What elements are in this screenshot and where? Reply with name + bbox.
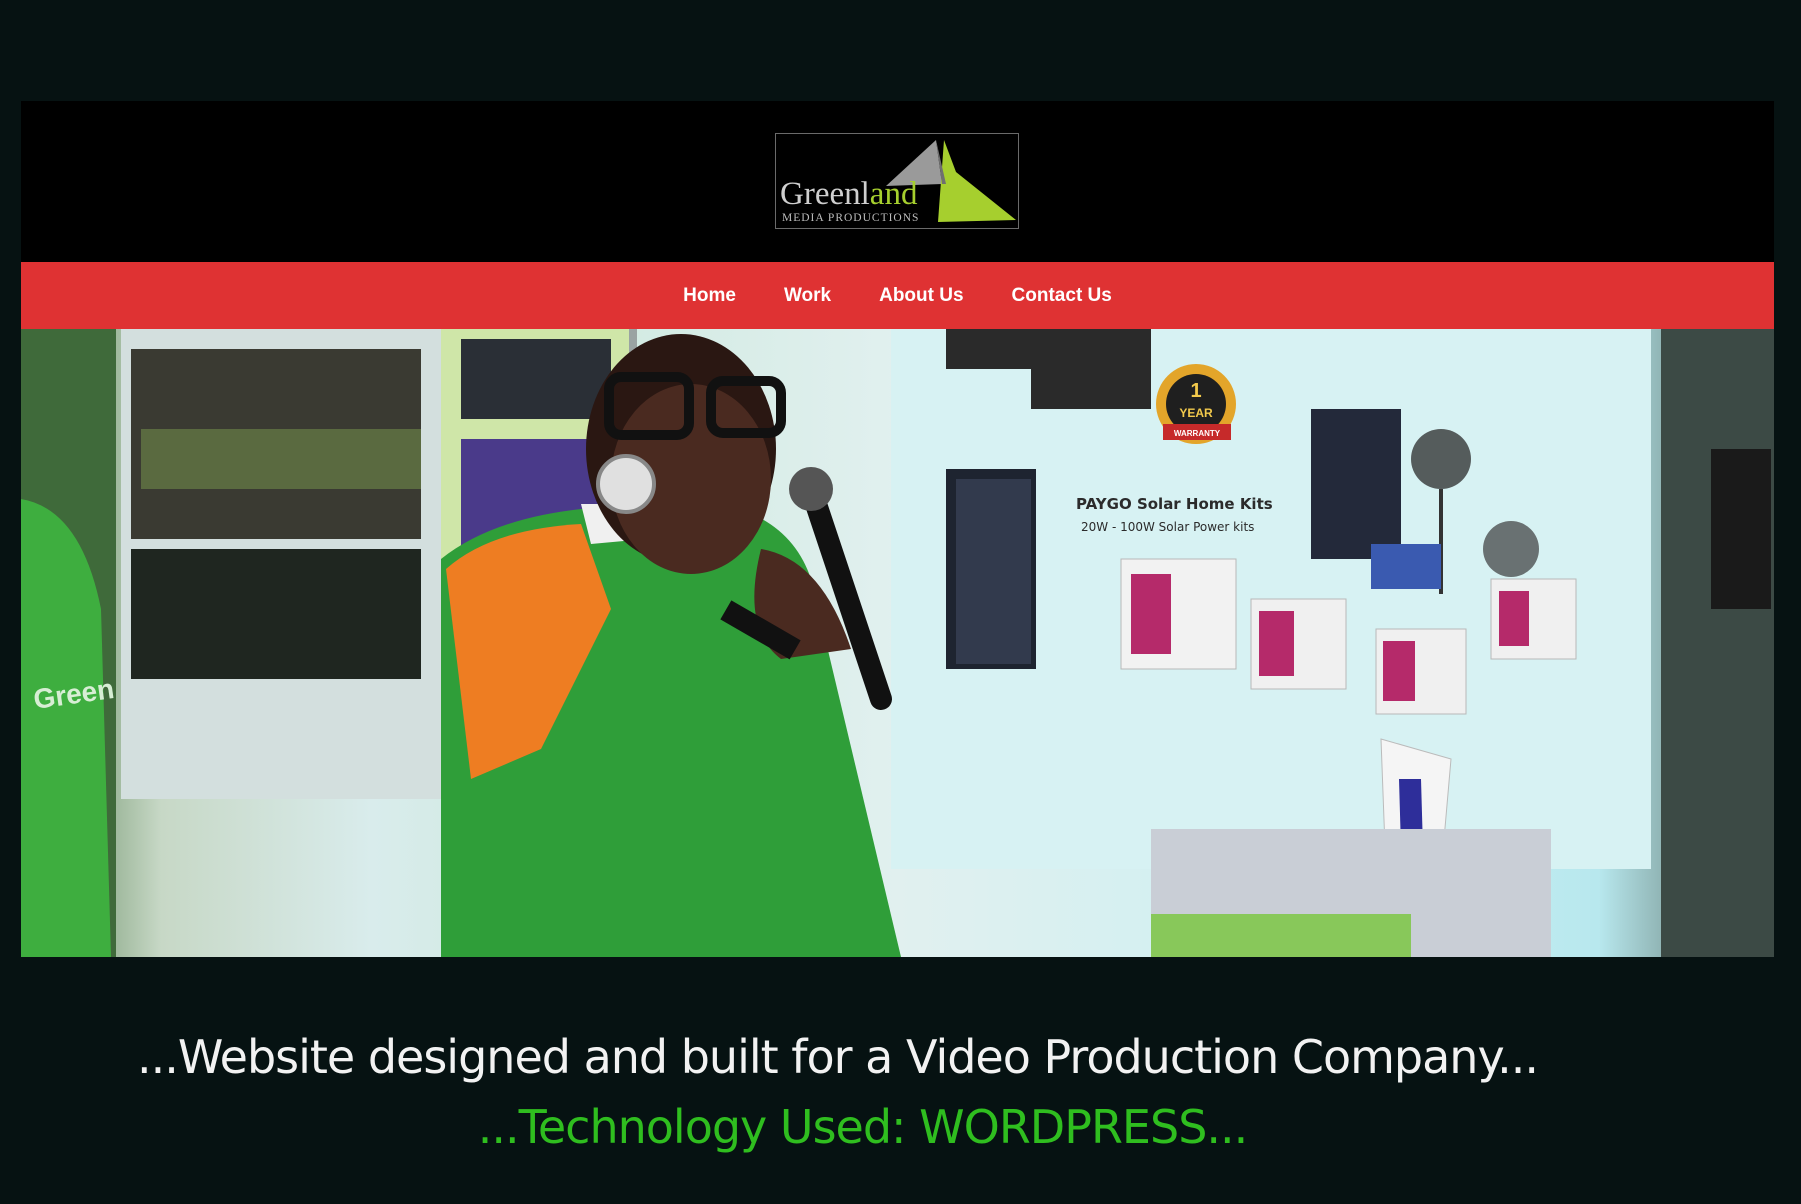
logo-subtitle: MEDIA PRODUCTIONS: [782, 212, 920, 224]
nav-about-us[interactable]: About Us: [879, 285, 963, 307]
caption-technology: ...Technology Used: WORDPRESS...: [477, 1100, 1249, 1154]
warranty-badge-label: WARRANTY: [1174, 429, 1221, 438]
poster-title: PAYGO Solar Home Kits: [1076, 495, 1273, 513]
site-logo[interactable]: Greenland MEDIA PRODUCTIONS: [775, 133, 1019, 229]
poster-subtitle: 20W - 100W Solar Power kits: [1081, 520, 1254, 534]
main-navigation: Home Work About Us Contact Us: [21, 262, 1774, 329]
website-screenshot: Greenland MEDIA PRODUCTIONS Home Work Ab…: [21, 101, 1774, 957]
warranty-badge-number: 1: [1190, 380, 1201, 402]
hero-scene-illustration: 1 YEAR WARRANTY PAYGO Solar Home Kits 20…: [21, 329, 1774, 957]
caption-description: ...Website designed and built for a Vide…: [136, 1030, 1539, 1084]
nav-contact-us[interactable]: Contact Us: [1012, 285, 1112, 307]
logo-wordmark: Greenland: [780, 176, 918, 212]
nav-work[interactable]: Work: [784, 285, 831, 307]
nav-home[interactable]: Home: [683, 285, 736, 307]
hero-video-still[interactable]: 1 YEAR WARRANTY PAYGO Solar Home Kits 20…: [21, 329, 1774, 957]
site-header: Greenland MEDIA PRODUCTIONS: [21, 101, 1774, 262]
warranty-badge-year: YEAR: [1179, 406, 1213, 420]
